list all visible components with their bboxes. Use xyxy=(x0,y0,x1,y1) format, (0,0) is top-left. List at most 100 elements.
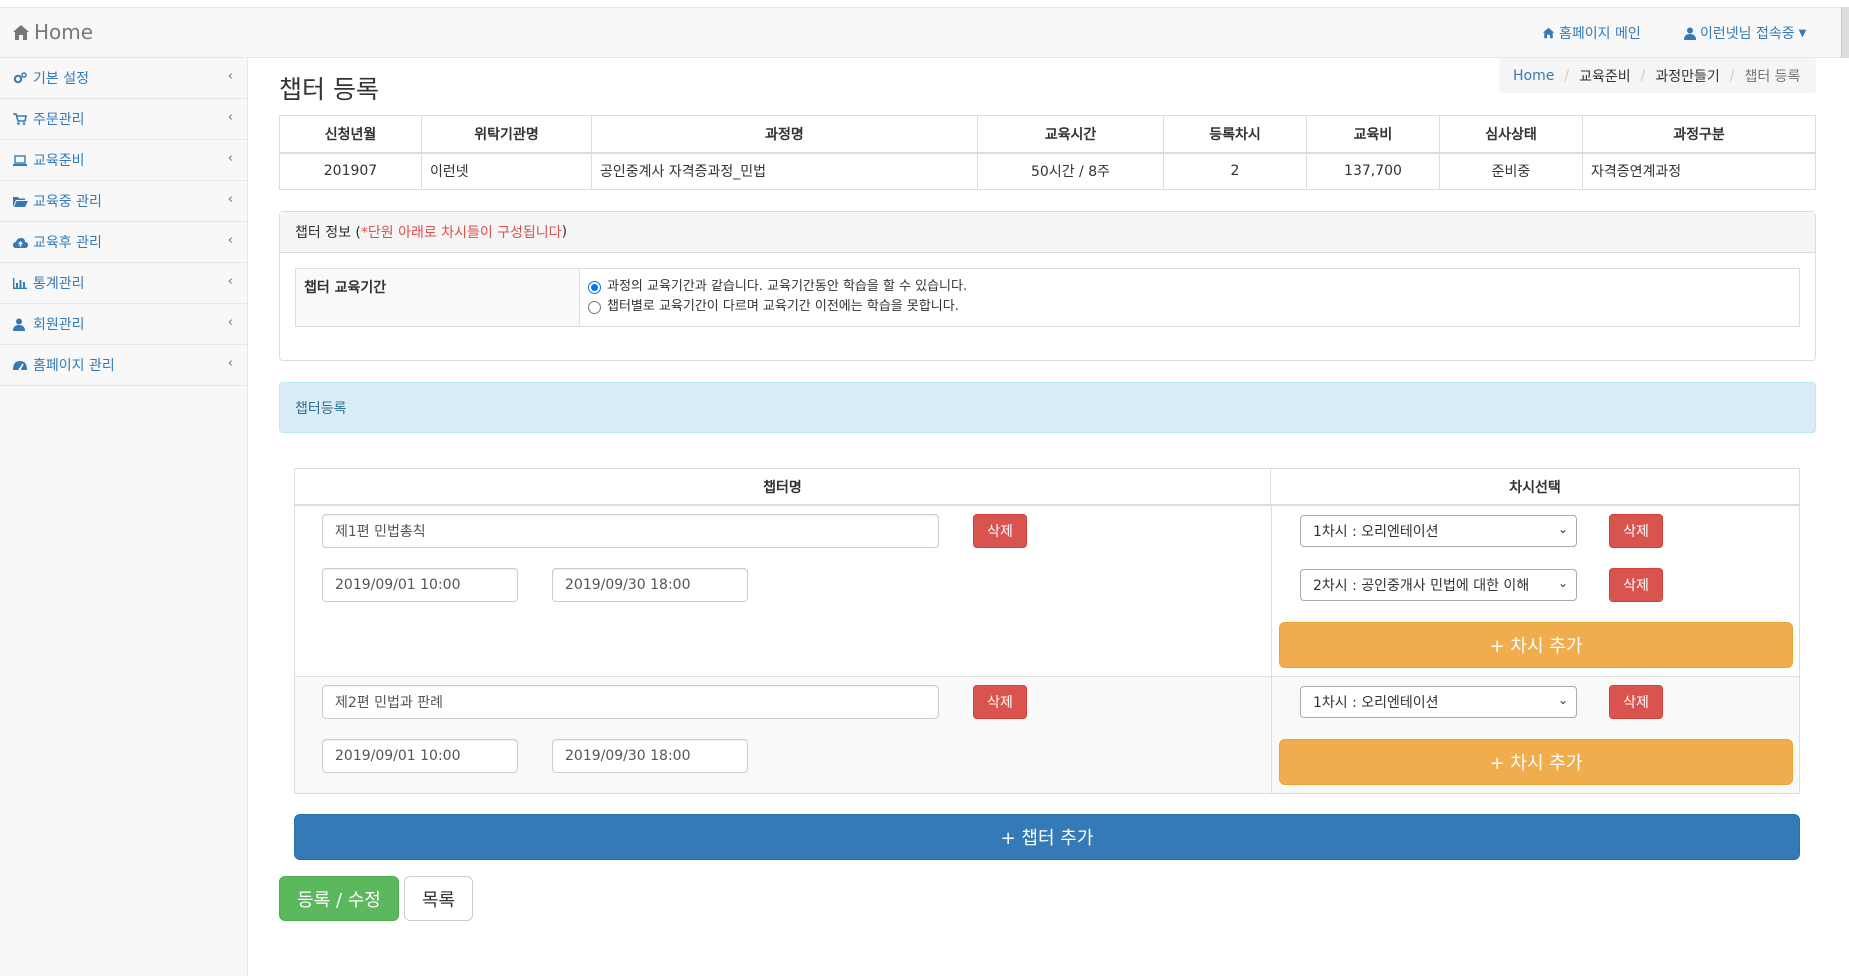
session-select[interactable]: 1차시 : 오리엔테이션 ⌄ xyxy=(1300,686,1577,718)
cell-agency: 이런넷 xyxy=(421,152,592,190)
sidebar-item-edu-prep[interactable]: 교육준비 ‹ xyxy=(0,140,247,181)
radio-option-chapter-period[interactable]: 챕터별로 교육기간이 다르며 교육기간 이전에는 학습을 못합니다. xyxy=(588,297,1791,317)
col-session-count: 등록차시 xyxy=(1163,115,1307,154)
sidebar-item-label: 홈페이지 관리 xyxy=(33,358,115,374)
chapter-period-label: 챕터 교육기간 xyxy=(295,268,580,327)
session-select-value: 2차시 : 공인중개사 민법에 대한 이해 xyxy=(1313,578,1530,594)
table-row: 201907 이런넷 공인중계사 자격증과정_민법 50시간 / 8주 2 13… xyxy=(279,152,1816,190)
user-menu-dropdown[interactable]: 이런넷님 접속중 ▼ xyxy=(1684,23,1806,43)
chapter-name-input[interactable]: 제2편 민법과 판례 xyxy=(322,685,939,719)
chapter-info-title: 챕터 정보 ( xyxy=(295,225,361,241)
chevron-left-icon: ‹ xyxy=(227,233,233,248)
user-icon xyxy=(13,318,33,331)
course-info-table: 신청년월 위탁기관명 과정명 교육시간 등록차시 교육비 심사상태 과정구분 2… xyxy=(279,115,1816,190)
breadcrumb-home[interactable]: Home xyxy=(1513,68,1554,84)
session-select[interactable]: 1차시 : 오리엔테이션 ⌄ xyxy=(1300,515,1577,547)
chapter-period-table: 챕터 교육기간 과정의 교육기간과 같습니다. 교육기간동안 학습을 할 수 있… xyxy=(295,268,1800,327)
gears-icon xyxy=(13,72,33,84)
list-button[interactable]: 목록 xyxy=(404,876,473,921)
delete-chapter-button[interactable]: 삭제 xyxy=(973,685,1027,719)
sidebar-item-label: 교육후 관리 xyxy=(33,235,102,251)
add-session-button[interactable]: + 차시 추가 xyxy=(1279,739,1793,785)
delete-session-button[interactable]: 삭제 xyxy=(1609,685,1663,719)
user-icon xyxy=(1684,27,1696,40)
chevron-down-icon: ⌄ xyxy=(1557,693,1568,707)
cell-edu-time: 50시간 / 8주 xyxy=(977,152,1164,190)
chapter-info-heading: 챕터 정보 (*단원 아래로 차시들이 구성됩니다) xyxy=(280,212,1815,253)
sidebar-item-post-edu[interactable]: 교육후 관리 ‹ xyxy=(0,222,247,263)
home-icon xyxy=(13,24,29,40)
radio-option-same-period[interactable]: 과정의 교육기간과 같습니다. 교육기간동안 학습을 할 수 있습니다. xyxy=(588,277,1791,297)
col-apply-month: 신청년월 xyxy=(279,115,422,154)
session-select-value: 1차시 : 오리엔테이션 xyxy=(1313,695,1439,711)
homepage-main-link[interactable]: 홈페이지 메인 xyxy=(1542,23,1641,43)
sidebar-item-homepage-admin[interactable]: 홈페이지 관리 ‹ xyxy=(0,345,247,386)
chapter-start-date-input[interactable]: 2019/09/01 10:00 xyxy=(322,568,518,602)
cloud-upload-icon xyxy=(13,237,33,248)
chevron-down-icon: ⌄ xyxy=(1557,522,1568,536)
chapter-info-title-end: ) xyxy=(561,224,568,240)
breadcrumb-edu-prep[interactable]: 교육준비 xyxy=(1579,66,1631,86)
caret-down-icon: ▼ xyxy=(1798,27,1807,39)
chevron-left-icon: ‹ xyxy=(227,110,233,125)
session-select[interactable]: 2차시 : 공인중개사 민법에 대한 이해 ⌄ xyxy=(1300,569,1577,601)
radio-same-period[interactable] xyxy=(588,280,601,294)
cell-course-name: 공인중계사 자격증과정_민법 xyxy=(591,152,978,190)
col-session-select: 차시선택 xyxy=(1509,479,1561,496)
chapter-end-date-input[interactable]: 2019/09/30 18:00 xyxy=(552,568,748,602)
chevron-left-icon: ‹ xyxy=(227,315,233,330)
chapter-table-header: 챕터명 차시선택 xyxy=(295,469,1799,506)
brand-label: Home xyxy=(34,20,94,44)
delete-session-button[interactable]: 삭제 xyxy=(1609,514,1663,548)
sidebar-item-label: 통계관리 xyxy=(33,276,85,292)
page-title: 챕터 등록 xyxy=(279,75,379,104)
chapter-end-date-input[interactable]: 2019/09/30 18:00 xyxy=(552,739,748,773)
radio-same-period-label: 과정의 교육기간과 같습니다. 교육기간동안 학습을 할 수 있습니다. xyxy=(607,279,968,294)
user-status-label: 이런넷님 접속중 xyxy=(1700,26,1795,42)
add-chapter-button[interactable]: + 챕터 추가 xyxy=(294,814,1800,860)
sidebar-item-basic-settings[interactable]: 기본 설정 ‹ xyxy=(0,58,247,99)
breadcrumb-course-make[interactable]: 과정만들기 xyxy=(1655,66,1719,86)
sidebar-item-in-progress[interactable]: 교육중 관리 ‹ xyxy=(0,181,247,222)
chapter-name-input[interactable]: 제1편 민법총칙 xyxy=(322,514,939,548)
sidebar-item-label: 교육중 관리 xyxy=(33,194,102,210)
col-chapter-name: 챕터명 xyxy=(295,469,1271,504)
sidebar-item-label: 회원관리 xyxy=(33,317,85,333)
delete-chapter-button[interactable]: 삭제 xyxy=(973,514,1027,548)
sidebar-item-members[interactable]: 회원관리 ‹ xyxy=(0,304,247,345)
add-session-button[interactable]: + 차시 추가 xyxy=(1279,622,1793,668)
brand-home-link[interactable]: Home xyxy=(12,20,93,44)
session-select-value: 1차시 : 오리엔테이션 xyxy=(1313,524,1439,540)
radio-chapter-period-label: 챕터별로 교육기간이 다르며 교육기간 이전에는 학습을 못합니다. xyxy=(607,299,959,314)
laptop-icon xyxy=(13,154,33,166)
column-divider xyxy=(1271,677,1272,793)
window-scrollbar[interactable] xyxy=(1841,7,1849,58)
bar-chart-icon xyxy=(13,277,33,289)
home-icon xyxy=(1542,27,1555,39)
breadcrumb-current: 챕터 등록 xyxy=(1744,68,1801,85)
col-agency: 위탁기관명 xyxy=(421,115,592,154)
chevron-left-icon: ‹ xyxy=(227,274,233,289)
breadcrumb-separator: / xyxy=(1729,67,1735,84)
sidebar-item-statistics[interactable]: 통계관리 ‹ xyxy=(0,263,247,304)
cell-apply-month: 201907 xyxy=(279,152,422,190)
chapter-row: 제1편 민법총칙 삭제 2019/09/01 10:00 2019/09/30 … xyxy=(295,506,1799,677)
sidebar-item-orders[interactable]: 주문관리 ‹ xyxy=(0,99,247,140)
top-navbar: Home 홈페이지 메인 이런넷님 접속중 ▼ xyxy=(0,7,1849,58)
chevron-left-icon: ‹ xyxy=(227,356,233,371)
chapter-info-panel: 챕터 정보 (*단원 아래로 차시들이 구성됩니다) 챕터 교육기간 과정의 교… xyxy=(279,211,1816,361)
chapter-info-note: *단원 아래로 차시들이 구성됩니다 xyxy=(360,225,562,241)
radio-chapter-period[interactable] xyxy=(588,300,601,314)
col-fee: 교육비 xyxy=(1306,115,1440,154)
submit-button[interactable]: 등록 / 수정 xyxy=(279,876,399,921)
col-course-name: 과정명 xyxy=(591,115,978,154)
chapter-table: 챕터명 차시선택 제1편 민법총칙 삭제 2019/09/01 10:00 20… xyxy=(294,468,1800,794)
folder-open-icon xyxy=(13,196,33,207)
delete-session-button[interactable]: 삭제 xyxy=(1609,568,1663,602)
homepage-main-label: 홈페이지 메인 xyxy=(1559,26,1641,42)
breadcrumb-separator: / xyxy=(1564,67,1570,84)
chapter-register-alert: 챕터등록 xyxy=(279,382,1816,433)
chapter-start-date-input[interactable]: 2019/09/01 10:00 xyxy=(322,739,518,773)
column-divider xyxy=(1271,506,1272,676)
dashboard-icon xyxy=(13,360,33,371)
